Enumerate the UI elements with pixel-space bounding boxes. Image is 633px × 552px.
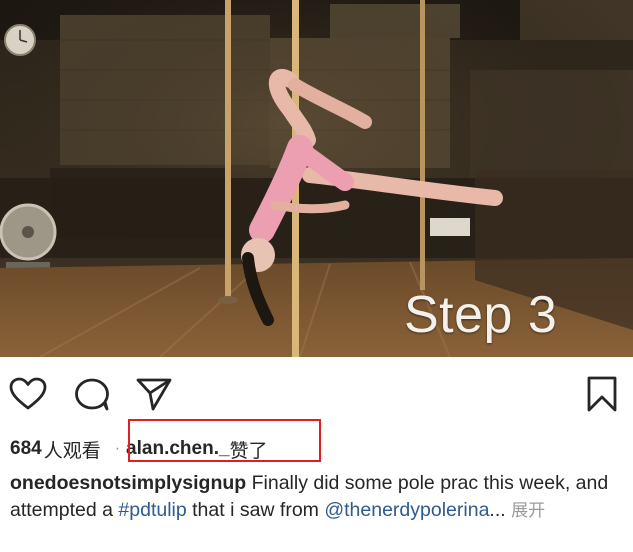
save-button[interactable] [582,372,622,416]
heart-icon [9,377,47,410]
caption-hashtag[interactable]: #pdtulip [118,499,186,521]
highlight-box [128,419,321,462]
instagram-post: Step 3 684 人观看 · alan.chen._ 赞了 onedoesn… [0,0,633,552]
paper-plane-icon [136,378,172,411]
comment-button[interactable] [72,372,112,416]
caption-expand-link[interactable]: 展开 [506,501,545,521]
comment-bubble-icon [75,378,109,411]
caption-text-2: that i saw from [186,499,325,521]
post-video[interactable]: Step 3 [0,0,633,357]
action-bar [0,372,633,424]
post-caption: onedoesnotsimplysignup Finally did some … [10,470,622,525]
caption-ellipsis: ... [489,499,506,521]
caption-mention[interactable]: @thenerdypolerina [324,499,489,521]
caption-username[interactable]: onedoesnotsimplysignup [10,472,246,494]
bookmark-icon [587,376,617,412]
step-overlay-text: Step 3 [404,286,558,344]
share-button[interactable] [134,372,174,416]
separator-dot: · [114,440,121,457]
views-count[interactable]: 684 [10,438,42,460]
like-button[interactable] [8,372,48,416]
views-label[interactable]: 人观看 [44,436,101,463]
